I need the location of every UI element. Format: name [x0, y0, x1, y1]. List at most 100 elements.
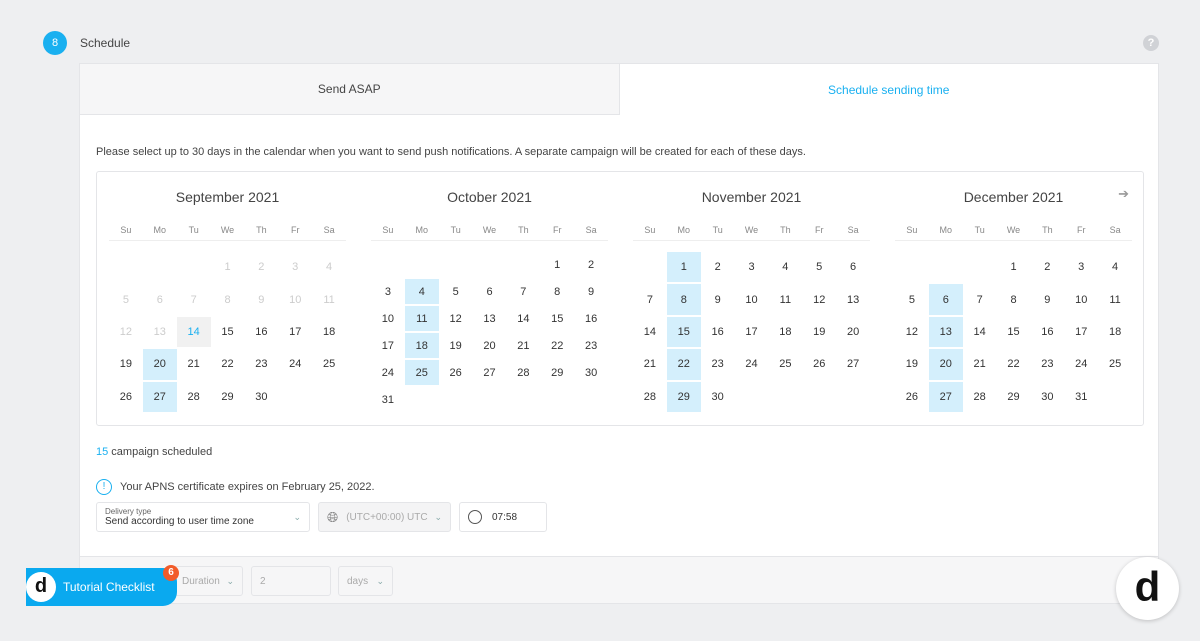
day-cell[interactable]: 5: [895, 284, 929, 314]
day-cell[interactable]: 27: [142, 381, 177, 413]
day-cell[interactable]: 3: [1064, 252, 1098, 282]
day-cell[interactable]: 28: [506, 360, 540, 385]
day-cell[interactable]: 25: [404, 360, 439, 385]
day-cell[interactable]: 27: [928, 381, 963, 413]
day-cell[interactable]: 6: [928, 284, 963, 315]
day-cell[interactable]: 23: [574, 333, 608, 358]
day-cell[interactable]: 4: [1098, 252, 1132, 282]
tutorial-checklist-button[interactable]: d Tutorial Checklist 6: [26, 565, 179, 606]
day-cell[interactable]: 15: [997, 317, 1031, 347]
day-cell[interactable]: 12: [895, 317, 929, 347]
day-cell[interactable]: 14: [633, 317, 667, 347]
day-cell[interactable]: 25: [768, 349, 802, 379]
day-cell[interactable]: 18: [312, 317, 346, 347]
day-cell[interactable]: 6: [836, 252, 870, 282]
day-cell[interactable]: 20: [836, 317, 870, 347]
day-cell[interactable]: 1: [997, 252, 1031, 282]
day-cell[interactable]: 28: [633, 382, 667, 412]
day-cell[interactable]: 22: [997, 349, 1031, 379]
day-cell[interactable]: 1: [540, 252, 574, 277]
day-cell[interactable]: 13: [928, 316, 963, 348]
day-cell[interactable]: 28: [177, 382, 211, 412]
day-cell[interactable]: 17: [735, 317, 769, 347]
day-cell[interactable]: 31: [1064, 382, 1098, 412]
day-cell[interactable]: 5: [439, 279, 473, 304]
day-cell[interactable]: 18: [768, 317, 802, 347]
day-cell[interactable]: 21: [633, 349, 667, 379]
delivery-type-select[interactable]: Delivery type Send according to user tim…: [96, 502, 310, 532]
day-cell[interactable]: 20: [473, 333, 507, 358]
day-cell[interactable]: 14: [506, 306, 540, 331]
day-cell[interactable]: 22: [666, 349, 701, 380]
day-cell[interactable]: 25: [1098, 349, 1132, 379]
day-cell[interactable]: 31: [371, 387, 405, 412]
day-cell[interactable]: 18: [1098, 317, 1132, 347]
day-cell[interactable]: 13: [473, 306, 507, 331]
day-cell[interactable]: 19: [439, 333, 473, 358]
day-cell[interactable]: 9: [574, 279, 608, 304]
day-cell[interactable]: 19: [895, 349, 929, 379]
day-cell[interactable]: 9: [701, 284, 735, 314]
day-cell[interactable]: 3: [371, 279, 405, 304]
day-cell[interactable]: 2: [1030, 252, 1064, 282]
help-icon[interactable]: ?: [1143, 35, 1159, 51]
day-cell[interactable]: 10: [1064, 284, 1098, 314]
time-input[interactable]: 07:58: [459, 502, 547, 532]
day-cell[interactable]: 26: [895, 382, 929, 412]
day-cell[interactable]: 18: [404, 333, 439, 358]
day-cell[interactable]: 26: [802, 349, 836, 379]
day-cell[interactable]: 23: [1030, 349, 1064, 379]
day-cell[interactable]: 14: [176, 316, 211, 348]
day-cell[interactable]: 24: [735, 349, 769, 379]
day-cell[interactable]: 10: [735, 284, 769, 314]
day-cell[interactable]: 21: [963, 349, 997, 379]
day-cell[interactable]: 6: [473, 279, 507, 304]
day-cell[interactable]: 17: [278, 317, 312, 347]
day-cell[interactable]: 27: [836, 349, 870, 379]
day-cell[interactable]: 8: [540, 279, 574, 304]
duration-unit-select[interactable]: days ⌄: [338, 566, 393, 596]
day-cell[interactable]: 16: [244, 317, 278, 347]
day-cell[interactable]: 27: [473, 360, 507, 385]
day-cell[interactable]: 24: [1064, 349, 1098, 379]
devtodev-chat-logo-icon[interactable]: d: [1116, 557, 1179, 620]
day-cell[interactable]: 30: [1030, 382, 1064, 412]
day-cell[interactable]: 29: [540, 360, 574, 385]
day-cell[interactable]: 14: [963, 317, 997, 347]
day-cell[interactable]: 16: [701, 317, 735, 347]
day-cell[interactable]: 17: [1064, 317, 1098, 347]
day-cell[interactable]: 4: [404, 279, 439, 304]
day-cell[interactable]: 7: [633, 284, 667, 314]
day-cell[interactable]: 13: [836, 284, 870, 314]
day-cell[interactable]: 22: [211, 349, 245, 379]
day-cell[interactable]: 28: [963, 382, 997, 412]
day-cell[interactable]: 3: [735, 252, 769, 282]
day-cell[interactable]: 16: [1030, 317, 1064, 347]
day-cell[interactable]: 20: [928, 349, 963, 380]
day-cell[interactable]: 24: [371, 360, 405, 385]
day-cell[interactable]: 26: [109, 382, 143, 412]
day-cell[interactable]: 22: [540, 333, 574, 358]
day-cell[interactable]: 2: [574, 252, 608, 277]
day-cell[interactable]: 17: [371, 333, 405, 358]
day-cell[interactable]: 11: [1098, 284, 1132, 314]
day-cell[interactable]: 7: [506, 279, 540, 304]
day-cell[interactable]: 23: [244, 349, 278, 379]
day-cell[interactable]: 30: [701, 382, 735, 412]
tab-schedule-sending-time[interactable]: Schedule sending time: [620, 64, 1159, 115]
day-cell[interactable]: 25: [312, 349, 346, 379]
day-cell[interactable]: 24: [278, 349, 312, 379]
day-cell[interactable]: 30: [244, 382, 278, 412]
day-cell[interactable]: 7: [963, 284, 997, 314]
day-cell[interactable]: 19: [802, 317, 836, 347]
day-cell[interactable]: 29: [211, 382, 245, 412]
tab-send-asap[interactable]: Send ASAP: [80, 64, 620, 115]
timezone-select[interactable]: 🌐︎ (UTC+00:00) UTC ⌄: [318, 502, 451, 532]
day-cell[interactable]: 12: [802, 284, 836, 314]
day-cell[interactable]: 29: [997, 382, 1031, 412]
day-cell[interactable]: 15: [540, 306, 574, 331]
day-cell[interactable]: 16: [574, 306, 608, 331]
day-cell[interactable]: 11: [768, 284, 802, 314]
day-cell[interactable]: 23: [701, 349, 735, 379]
day-cell[interactable]: 2: [701, 252, 735, 282]
